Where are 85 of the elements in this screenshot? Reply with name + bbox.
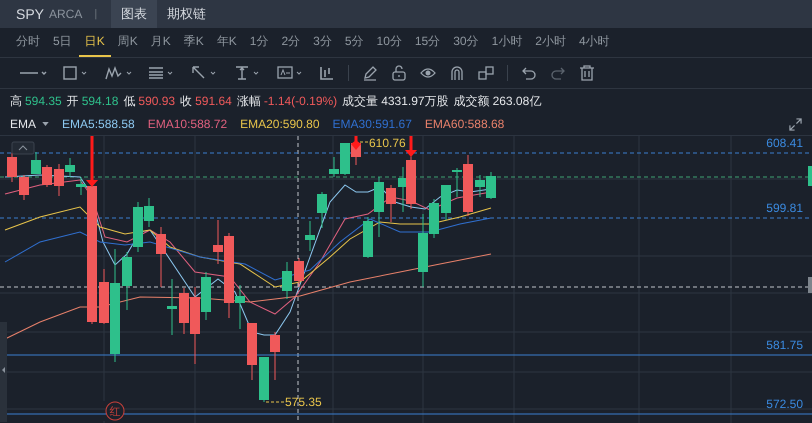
pencil-icon[interactable] bbox=[362, 65, 378, 81]
quote-value: 590.93 bbox=[138, 94, 176, 108]
indicator-dropdown[interactable]: EMA bbox=[10, 117, 50, 131]
candlestick bbox=[270, 332, 280, 380]
candlestick bbox=[247, 322, 257, 380]
candlestick bbox=[7, 152, 17, 182]
ema-value: EMA20:590.80 bbox=[240, 117, 320, 131]
signal-arrow bbox=[351, 136, 361, 150]
quote-label: 低 bbox=[123, 92, 136, 110]
quote-value: 4331.97万股 bbox=[381, 92, 449, 110]
period-tab[interactable]: 5分 bbox=[338, 28, 370, 57]
signal-arrow bbox=[86, 136, 98, 187]
period-tab[interactable]: 月K bbox=[144, 28, 177, 57]
candlestick bbox=[122, 252, 132, 310]
magnet-icon[interactable] bbox=[449, 65, 465, 81]
stock-symbol: SPY bbox=[16, 6, 44, 22]
signal-badge: 红 bbox=[106, 402, 124, 420]
price-level-label: 608.41 bbox=[766, 136, 803, 150]
view-tab[interactable]: 图表 bbox=[111, 0, 158, 28]
candlestick bbox=[167, 278, 177, 336]
period-tab[interactable]: 日K bbox=[78, 28, 111, 57]
period-tab[interactable]: 1分 bbox=[244, 28, 274, 57]
quote-label: 高 bbox=[10, 92, 22, 110]
period-tab[interactable]: 周K bbox=[112, 28, 144, 57]
candlestick bbox=[317, 192, 327, 228]
period-tab[interactable]: 季K bbox=[178, 28, 210, 57]
expand-icon[interactable] bbox=[789, 118, 802, 130]
period-tab[interactable]: 2小时 bbox=[529, 28, 572, 57]
layers-icon[interactable] bbox=[478, 65, 494, 81]
view-tab[interactable]: 期权链 bbox=[157, 0, 216, 28]
side-panel-handle[interactable] bbox=[0, 322, 7, 422]
period-tab[interactable]: 分时 bbox=[10, 28, 46, 57]
candlestick bbox=[475, 174, 485, 198]
quote-value: -1.14(-0.19%) bbox=[264, 94, 338, 108]
candlestick bbox=[282, 262, 292, 300]
ema-value: EMA10:588.72 bbox=[148, 117, 228, 131]
redo-icon[interactable] bbox=[550, 65, 566, 81]
period-tab[interactable]: 15分 bbox=[408, 28, 446, 57]
quote-label: 开 bbox=[66, 92, 79, 110]
undo-icon[interactable] bbox=[521, 65, 537, 81]
candlestick bbox=[386, 184, 396, 222]
high-price-label: 610.76 bbox=[369, 136, 406, 150]
quote-value: 263.08亿 bbox=[492, 92, 542, 110]
period-tab[interactable]: 年K bbox=[210, 28, 243, 57]
candlestick-icon[interactable] bbox=[319, 65, 335, 81]
period-tab[interactable]: 4小时 bbox=[572, 28, 616, 57]
candlestick bbox=[294, 258, 304, 288]
quote-value: 594.18 bbox=[82, 94, 118, 108]
price-level-label: 581.75 bbox=[766, 338, 803, 352]
ema-value: EMA5:588.58 bbox=[62, 117, 135, 131]
lock-icon[interactable] bbox=[391, 65, 407, 81]
period-tab[interactable]: 10分 bbox=[370, 28, 408, 57]
period-tab[interactable]: 3分 bbox=[307, 28, 338, 57]
trash-icon[interactable] bbox=[579, 65, 595, 81]
low-price-label: 575.35 bbox=[285, 395, 322, 409]
exchange-label: ARCA bbox=[49, 7, 82, 21]
separator: | bbox=[94, 8, 98, 20]
quote-label: 成交额 bbox=[454, 92, 490, 110]
candlestick bbox=[156, 226, 166, 288]
pattern-tool-icon[interactable] bbox=[104, 65, 134, 81]
price-level-label: 599.81 bbox=[766, 201, 803, 215]
candlestick bbox=[486, 172, 496, 200]
caret-icon bbox=[42, 122, 50, 126]
ema-value: EMA60:588.68 bbox=[424, 117, 504, 131]
quote-label: 涨幅 bbox=[236, 92, 261, 110]
period-tab[interactable]: 5日 bbox=[47, 28, 78, 57]
price-level-label: 572.50 bbox=[766, 397, 803, 411]
signal-arrow bbox=[405, 136, 417, 157]
quote-value: 591.64 bbox=[195, 94, 232, 108]
period-tab[interactable]: 30分 bbox=[447, 28, 485, 57]
period-tab[interactable]: 1小时 bbox=[486, 28, 528, 57]
candlestick bbox=[441, 184, 451, 220]
period-tab[interactable]: 2分 bbox=[275, 28, 306, 57]
candlestick bbox=[31, 152, 41, 174]
candlestick bbox=[42, 164, 52, 188]
quote-label: 收 bbox=[180, 92, 192, 110]
scrollbar-thumb[interactable] bbox=[808, 166, 812, 186]
collapse-button[interactable] bbox=[12, 142, 34, 154]
quote-label: 成交量 bbox=[342, 92, 378, 110]
candlestick bbox=[305, 220, 315, 252]
scrollbar-thumb[interactable] bbox=[808, 277, 812, 293]
candlestick bbox=[259, 356, 269, 402]
candlestick bbox=[19, 174, 29, 200]
quote-value: 594.35 bbox=[25, 94, 62, 108]
ema-value: EMA30:591.67 bbox=[332, 117, 412, 131]
